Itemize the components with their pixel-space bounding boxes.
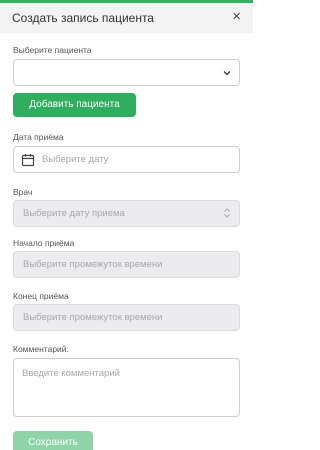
add-patient-button[interactable]: Добавить пациента [13,93,136,117]
doctor-select[interactable]: Выберите дату приема [13,200,240,227]
doctor-placeholder: Выберите дату приема [23,208,125,219]
patient-select[interactable] [13,59,240,86]
date-placeholder: Выберите дату [42,154,109,165]
comment-label: Комментарий: [13,344,69,354]
close-icon[interactable]: × [232,8,241,26]
date-label: Дата приёма [13,132,64,142]
calendar-icon[interactable] [21,153,35,172]
comment-textarea[interactable]: Введите комментарий [13,358,240,417]
end-label: Конец приёма [13,291,69,301]
comment-placeholder: Введите комментарий [22,368,120,379]
end-placeholder: Выберите промежуток времени [23,312,163,323]
start-time-input[interactable]: Выберите промежуток времени [13,251,240,278]
start-placeholder: Выберите промежуток времени [23,259,163,270]
chevron-down-icon [221,66,233,84]
up-down-arrows-icon [223,206,231,225]
patient-label: Выберите пациента [13,45,92,55]
end-time-input[interactable]: Выберите промежуток времени [13,304,240,331]
date-input[interactable]: Выберите дату [13,146,240,173]
doctor-label: Врач [13,187,33,197]
modal-title: Создать запись пациента [12,11,154,25]
save-button[interactable]: Сохранить [13,431,93,450]
start-label: Начало приёма [13,238,75,248]
modal-header: Создать запись пациента × [0,3,253,33]
